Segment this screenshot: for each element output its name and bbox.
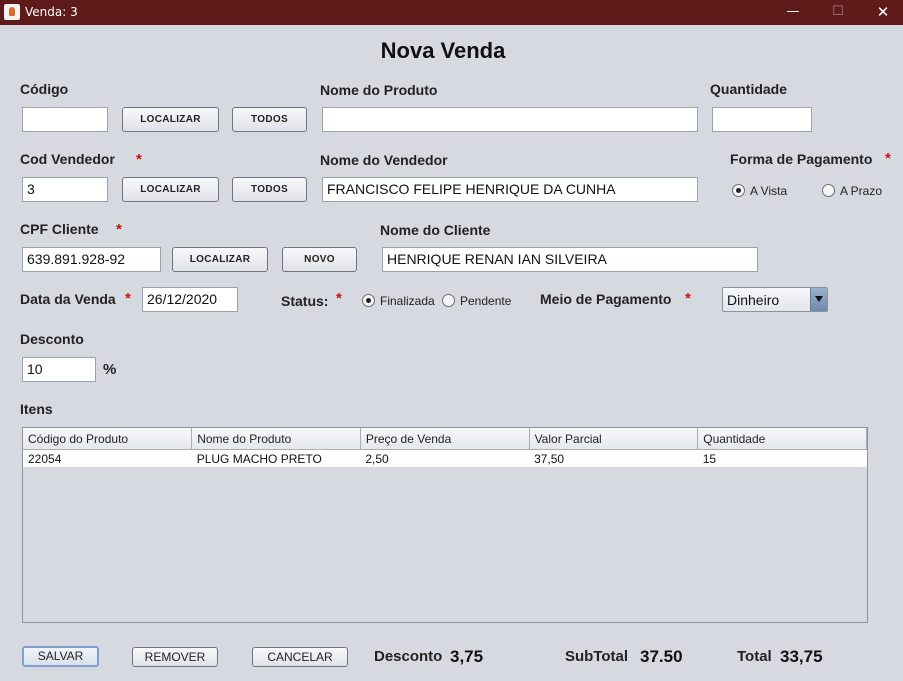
required-asterisk: * — [685, 290, 691, 307]
radio-unselected-icon — [822, 184, 835, 197]
radio-selected-icon — [732, 184, 745, 197]
meio-pagamento-value: Dinheiro — [727, 292, 780, 308]
required-asterisk: * — [116, 221, 122, 238]
required-asterisk: * — [136, 151, 142, 168]
radio-pendente[interactable]: Pendente — [442, 294, 511, 308]
table-cell: 37,50 — [529, 449, 698, 467]
meio-pagamento-select[interactable]: Dinheiro — [722, 287, 828, 312]
quantidade-label: Quantidade — [710, 81, 788, 97]
nome-produto-label: Nome do Produto — [320, 82, 438, 98]
codigo-input[interactable] — [22, 107, 108, 132]
meio-pagamento-label: Meio de Pagamento — [540, 291, 672, 307]
subtotal-label: SubTotal — [565, 648, 629, 665]
table-cell: 15 — [697, 449, 867, 467]
data-venda-input[interactable]: 26/12/2020 — [142, 287, 238, 312]
radio-finalizada-label: Finalizada — [380, 294, 435, 308]
desconto-label: Desconto — [20, 331, 84, 347]
close-button[interactable]: ✕ — [860, 0, 903, 25]
remover-button[interactable]: REMOVER — [132, 647, 218, 667]
nome-vendedor-label: Nome do Vendedor — [320, 152, 448, 168]
maximize-button[interactable]: ☐ — [815, 0, 861, 25]
window-title: Venda: 3 — [25, 5, 78, 19]
required-asterisk: * — [885, 150, 891, 167]
radio-a-vista-label: A Vista — [750, 184, 788, 198]
desconto-total-value: 3,75 — [450, 647, 484, 666]
cod-vendedor-label: Cod Vendedor — [20, 151, 115, 167]
total-label: Total — [737, 648, 772, 665]
table-cell: 22054 — [23, 449, 192, 467]
column-header[interactable]: Código do Produto — [23, 428, 193, 450]
itens-table: Código do Produto Nome do Produto Preço … — [22, 427, 868, 623]
radio-selected-icon — [362, 294, 375, 307]
codigo-label: Código — [20, 81, 69, 97]
subtotal-value: 37.50 — [640, 647, 683, 666]
cpf-cliente-input[interactable]: 639.891.928-92 — [22, 247, 161, 272]
nome-cliente-label: Nome do Cliente — [380, 222, 491, 238]
itens-label: Itens — [20, 401, 53, 417]
page-title: Nova Venda — [380, 38, 506, 63]
cpf-cliente-label: CPF Cliente — [20, 221, 99, 237]
cancelar-button[interactable]: CANCELAR — [252, 647, 348, 667]
table-header-row: Código do Produto Nome do Produto Preço … — [23, 428, 867, 450]
java-app-icon — [4, 4, 20, 20]
localizar-vendedor-button[interactable]: LOCALIZAR — [122, 177, 219, 202]
column-header[interactable]: Quantidade — [697, 428, 867, 450]
localizar-cliente-button[interactable]: LOCALIZAR — [172, 247, 268, 272]
nome-produto-input[interactable] — [322, 107, 698, 132]
nome-vendedor-input[interactable]: FRANCISCO FELIPE HENRIQUE DA CUNHA — [322, 177, 698, 202]
novo-cliente-button[interactable]: NOVO — [282, 247, 357, 272]
percent-sign: % — [103, 361, 117, 378]
radio-finalizada[interactable]: Finalizada — [362, 294, 435, 308]
minimize-button[interactable]: — — [770, 0, 816, 25]
todos-vendedores-button[interactable]: TODOS — [232, 177, 307, 202]
table-row[interactable]: 22054 PLUG MACHO PRETO 2,50 37,50 15 — [23, 449, 867, 467]
data-venda-label: Data da Venda — [20, 291, 116, 307]
desconto-input[interactable]: 10 — [22, 357, 96, 382]
desconto-total-label: Desconto — [374, 648, 443, 665]
title-bar: Venda: 3 — ☐ ✕ — [0, 0, 903, 25]
radio-a-prazo[interactable]: A Prazo — [822, 184, 882, 198]
column-header[interactable]: Valor Parcial — [529, 428, 699, 450]
status-label: Status: — [281, 293, 329, 309]
table-cell: 2,50 — [360, 449, 530, 467]
required-asterisk: * — [336, 290, 342, 307]
todos-produtos-button[interactable]: TODOS — [232, 107, 307, 132]
localizar-produto-button[interactable]: LOCALIZAR — [122, 107, 219, 132]
cod-vendedor-input[interactable]: 3 — [22, 177, 108, 202]
radio-pendente-label: Pendente — [460, 294, 512, 308]
column-header[interactable]: Preço de Venda — [360, 428, 530, 450]
nome-cliente-input[interactable]: HENRIQUE RENAN IAN SILVEIRA — [382, 247, 758, 272]
table-cell: PLUG MACHO PRETO — [191, 449, 361, 467]
forma-pagamento-label: Forma de Pagamento — [730, 151, 873, 167]
total-value: 33,75 — [780, 647, 823, 666]
chevron-down-icon[interactable] — [810, 288, 827, 311]
column-header[interactable]: Nome do Produto — [191, 428, 361, 450]
radio-a-prazo-label: A Prazo — [840, 184, 883, 198]
radio-unselected-icon — [442, 294, 455, 307]
quantidade-input[interactable] — [712, 107, 812, 132]
salvar-button[interactable]: SALVAR — [22, 646, 99, 667]
required-asterisk: * — [125, 290, 131, 307]
radio-a-vista[interactable]: A Vista — [732, 184, 787, 198]
